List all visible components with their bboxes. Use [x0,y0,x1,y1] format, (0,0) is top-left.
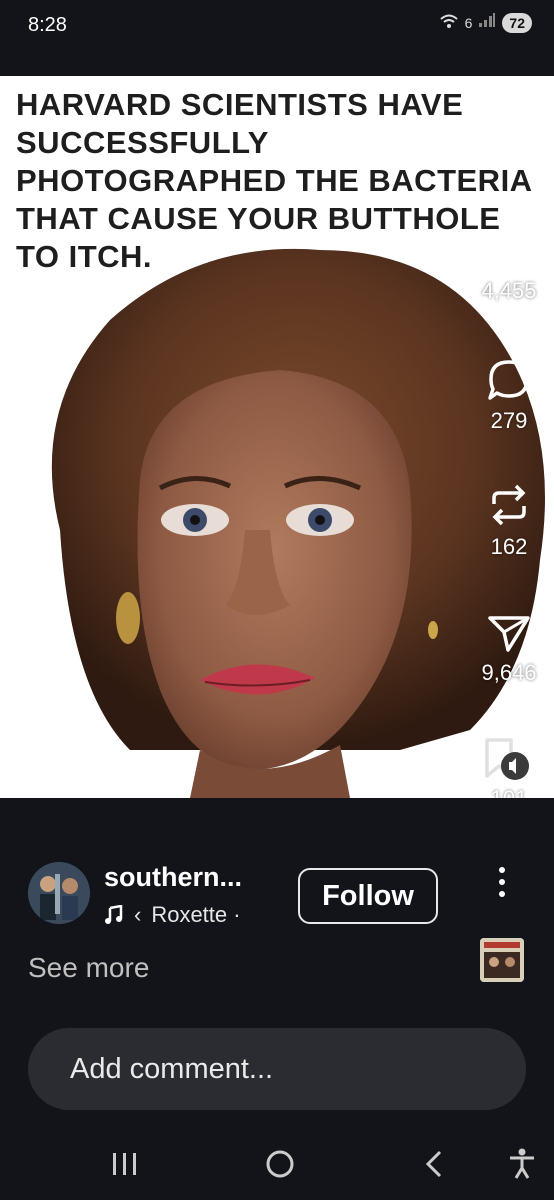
bookmark-icon [485,738,529,780]
recent-apps-icon[interactable] [103,1142,147,1186]
album-thumbnail[interactable] [480,938,524,982]
comment-count: 279 [490,408,528,433]
like-action[interactable]: 4,455 [464,230,554,304]
music-artist: Roxette · [151,902,241,927]
music-note-icon [105,905,123,924]
repost-icon [492,484,526,526]
send-icon [488,616,530,652]
status-icons: 6 72 [439,12,532,33]
like-count: 4,455 [481,278,537,303]
share-action[interactable]: 9,646 [464,612,554,686]
add-comment-input[interactable]: Add comment... [28,1028,526,1110]
back-icon[interactable] [412,1142,456,1186]
repost-action[interactable]: 162 [464,482,554,560]
see-more-link[interactable]: See more [28,952,149,984]
post-image[interactable]: Harvard scientists have successfully pho… [0,76,554,798]
battery-indicator: 72 [502,12,532,33]
author-username[interactable]: southern... [104,862,242,893]
repost-count: 162 [490,534,528,559]
comment-bubble-icon [488,360,529,400]
accessibility-icon[interactable] [500,1142,544,1186]
signal-icon [478,12,496,33]
system-nav-bar [0,1128,554,1200]
clock: 8:28 [28,14,67,36]
home-icon[interactable] [258,1142,302,1186]
music-info[interactable]: ‹ Roxette · [104,902,241,928]
network-type: 6 [464,14,473,31]
heart-icon [486,231,532,270]
comment-action[interactable]: 279 [464,358,554,434]
music-separator: ‹ [134,902,142,927]
post-meta: southern... ‹ Roxette · Follow See more [0,798,554,1014]
status-bar: 8:28 6 72 [0,0,554,50]
avatar[interactable] [28,862,90,924]
more-options-icon[interactable] [488,864,516,900]
share-count: 9,646 [481,660,537,685]
wifi-icon [439,13,459,32]
follow-button[interactable]: Follow [298,868,438,924]
